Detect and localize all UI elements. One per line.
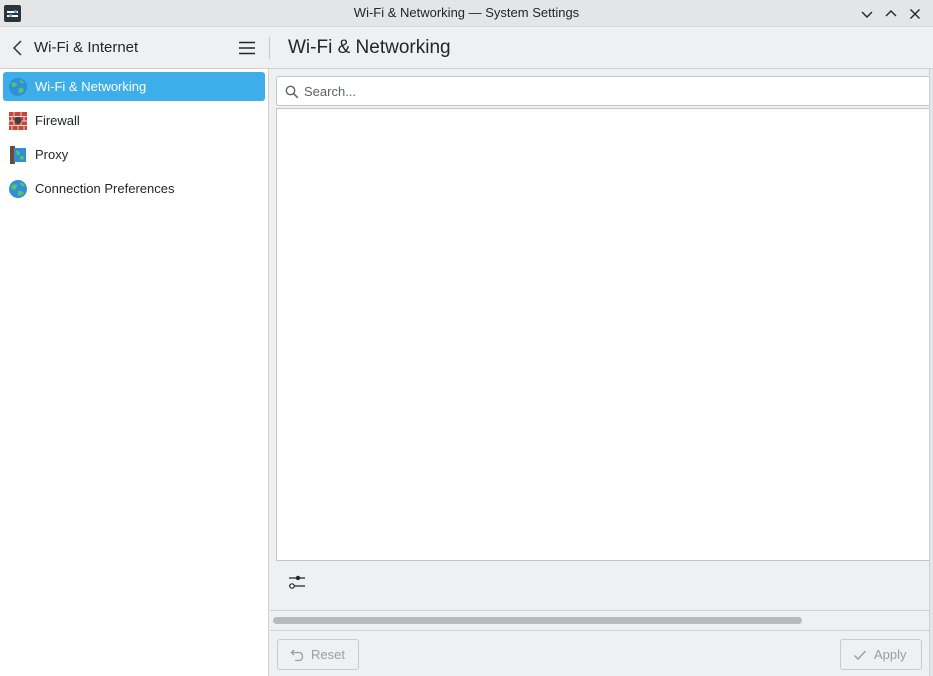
maximize-icon: [885, 10, 897, 17]
main-content: Reset Apply: [270, 69, 933, 676]
back-button[interactable]: [8, 38, 28, 58]
apply-label: Apply: [874, 647, 907, 662]
window-edge: [929, 69, 933, 676]
reset-button[interactable]: Reset: [277, 639, 359, 670]
firewall-icon: [8, 111, 28, 131]
apply-button[interactable]: Apply: [840, 639, 922, 670]
sidebar-item-firewall[interactable]: Firewall: [3, 106, 265, 135]
chevron-left-icon: [13, 40, 22, 56]
minimize-icon: [861, 11, 873, 18]
horizontal-scrollbar[interactable]: [273, 617, 802, 624]
sidebar-item-label: Proxy: [35, 147, 69, 162]
header-bar: Wi-Fi & Internet Wi-Fi & Networking: [0, 27, 933, 69]
configuration-button[interactable]: [286, 571, 308, 593]
sidebar-item-wifi-networking[interactable]: Wi-Fi & Networking: [3, 72, 265, 101]
undo-icon: [290, 648, 304, 662]
close-button[interactable]: [906, 5, 924, 23]
checkmark-icon: [853, 648, 867, 662]
title-bar: Wi-Fi & Networking — System Settings: [0, 0, 933, 27]
globe-icon: [8, 179, 28, 199]
sidebar-item-label: Connection Preferences: [35, 181, 175, 196]
minimize-button[interactable]: [858, 5, 876, 23]
maximize-button[interactable]: [882, 5, 900, 23]
sidebar-item-connection-preferences[interactable]: Connection Preferences: [3, 174, 265, 203]
sidebar-item-proxy[interactable]: Proxy: [3, 140, 265, 169]
header-divider: [269, 37, 270, 59]
search-field[interactable]: [276, 76, 933, 106]
reset-label: Reset: [311, 647, 345, 662]
proxy-icon: [8, 145, 28, 165]
connections-list[interactable]: [276, 108, 933, 561]
sliders-icon: [289, 575, 305, 589]
menu-button[interactable]: [237, 38, 257, 58]
search-icon: [285, 85, 299, 99]
page-title: Wi-Fi & Networking: [288, 37, 451, 58]
sidebar-item-label: Firewall: [35, 113, 80, 128]
search-input[interactable]: [304, 82, 904, 101]
footer-divider: [270, 630, 933, 631]
window-title: Wi-Fi & Networking — System Settings: [353, 5, 580, 20]
hamburger-menu-icon: [239, 41, 255, 55]
section-title: Wi-Fi & Internet: [34, 39, 139, 56]
close-icon: [910, 9, 920, 19]
sidebar: Wi-Fi & Networking Firewall Proxy Connec…: [0, 69, 269, 676]
divider: [270, 610, 933, 611]
sidebar-item-label: Wi-Fi & Networking: [35, 79, 147, 94]
globe-network-icon: [8, 77, 28, 97]
